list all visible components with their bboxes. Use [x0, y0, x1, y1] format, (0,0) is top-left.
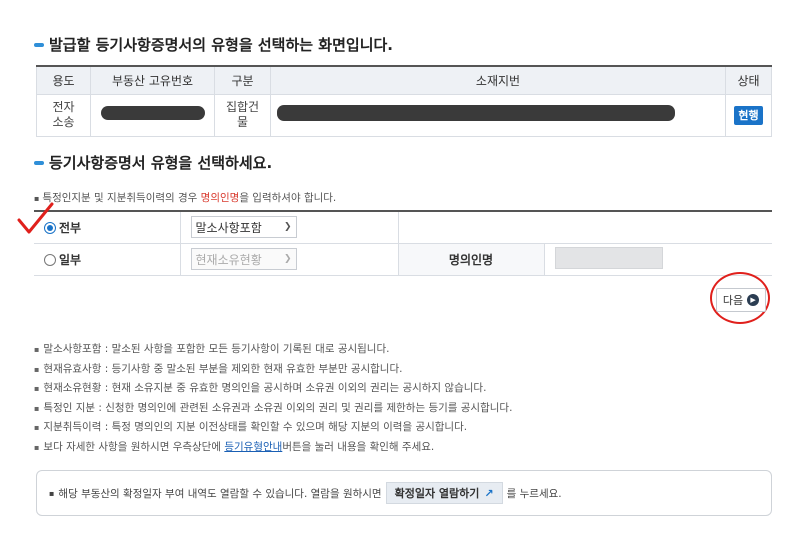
cell-unique-number [90, 93, 215, 137]
col-unique-number: 부동산 고유번호 [90, 65, 215, 95]
all-type-select[interactable]: 말소사항포함 ❯ [190, 216, 297, 239]
list-item: 보다 자세한 사항을 원하시면 우측상단에 등기유형안내버튼을 눌러 내용을 확… [34, 438, 512, 458]
list-item: 말소사항포함 : 말소된 사항을 포함한 모든 등기사항이 기록된 대로 공시됩… [34, 340, 512, 360]
status-badge: 현행 [734, 105, 763, 125]
owner-name-cell [544, 243, 772, 276]
external-link-icon: ↗ [484, 486, 494, 500]
cell-usage: 전자 소송 [36, 93, 91, 137]
part-type-select[interactable]: 현재소유현황 ❯ [190, 248, 297, 270]
type-select-table: 전부 말소사항포함 ❯ 일부 현재소유현황 ❯ 명의인명 [34, 210, 772, 276]
select-cell: 말소사항포함 ❯ [180, 211, 399, 244]
fixed-date-info-box: ▪ 해당 부동산의 확정일자 부여 내역도 열람할 수 있습니다. 열람을 원하… [36, 470, 772, 516]
owner-name-note: ▪ 특정인지분 및 지분취득이력의 경우 명의인명을 입력하셔야 합니다. [34, 192, 337, 204]
list-item: 지분취득이력 : 특정 명의인의 지분 이전상태를 확인할 수 있으며 해당 지… [34, 418, 512, 438]
section-title-issue: 발급할 등기사항증명서의 유형을 선택하는 화면입니다. [34, 34, 393, 55]
section-title-select: 등기사항증명서 유형을 선택하세요. [34, 152, 272, 173]
list-item: 특정인 지분 : 신청한 명의인에 관련된 소유권과 소유권 이외의 권리 및 … [34, 399, 512, 419]
list-item: 현재소유현황 : 현재 소유지분 중 유효한 명의인을 공시하며 소유권 이외의… [34, 379, 512, 399]
col-usage: 용도 [36, 65, 91, 95]
col-status: 상태 [725, 65, 772, 95]
redacted-block [100, 106, 205, 120]
registry-type-guide-link[interactable]: 등기유형안내 [224, 441, 282, 453]
option-row-part: 일부 현재소유현황 ❯ 명의인명 [34, 243, 772, 276]
cell-type: 집합건 물 [214, 93, 271, 137]
chevron-down-icon: ❯ [283, 254, 292, 264]
cell-status: 현행 [725, 93, 772, 137]
cell-address [270, 93, 726, 137]
section-title-text: 등기사항증명서 유형을 선택하세요. [49, 154, 273, 172]
owner-name-input[interactable] [554, 246, 663, 269]
owner-name-label: 명의인명 [398, 243, 545, 276]
title-bullet-icon [34, 42, 44, 47]
property-table: 용도 부동산 고유번호 구분 소재지번 상태 전자 소송 집합건 물 현행 [36, 65, 772, 137]
table-header-row: 용도 부동산 고유번호 구분 소재지번 상태 [36, 65, 772, 95]
next-arrow-icon: ▶ [747, 294, 760, 306]
option-row-all: 전부 말소사항포함 ❯ [34, 211, 772, 244]
highlight-text: 명의인명 [200, 192, 240, 204]
red-check-annotation [17, 202, 54, 234]
chevron-down-icon: ❯ [283, 222, 292, 233]
section-title-text: 발급할 등기사항증명서의 유형을 선택하는 화면입니다. [49, 36, 393, 54]
radio-icon[interactable] [44, 253, 56, 266]
col-type: 구분 [214, 65, 271, 95]
next-button[interactable]: 다음 ▶ [716, 288, 766, 312]
description-list: 말소사항포함 : 말소된 사항을 포함한 모든 등기사항이 기록된 대로 공시됩… [34, 340, 512, 457]
option-part[interactable]: 일부 [34, 243, 181, 276]
title-bullet-icon [34, 160, 44, 165]
select-cell: 현재소유현황 ❯ [180, 243, 399, 276]
list-item: 현재유효사항 : 등기사항 중 말소된 부분을 제외한 현재 유효한 부분만 공… [34, 360, 512, 380]
col-address: 소재지번 [270, 65, 726, 95]
fixed-date-view-button[interactable]: 확정일자 열람하기 ↗ [385, 482, 503, 504]
table-row: 전자 소송 집합건 물 현행 [36, 93, 772, 137]
redacted-block [277, 105, 675, 121]
